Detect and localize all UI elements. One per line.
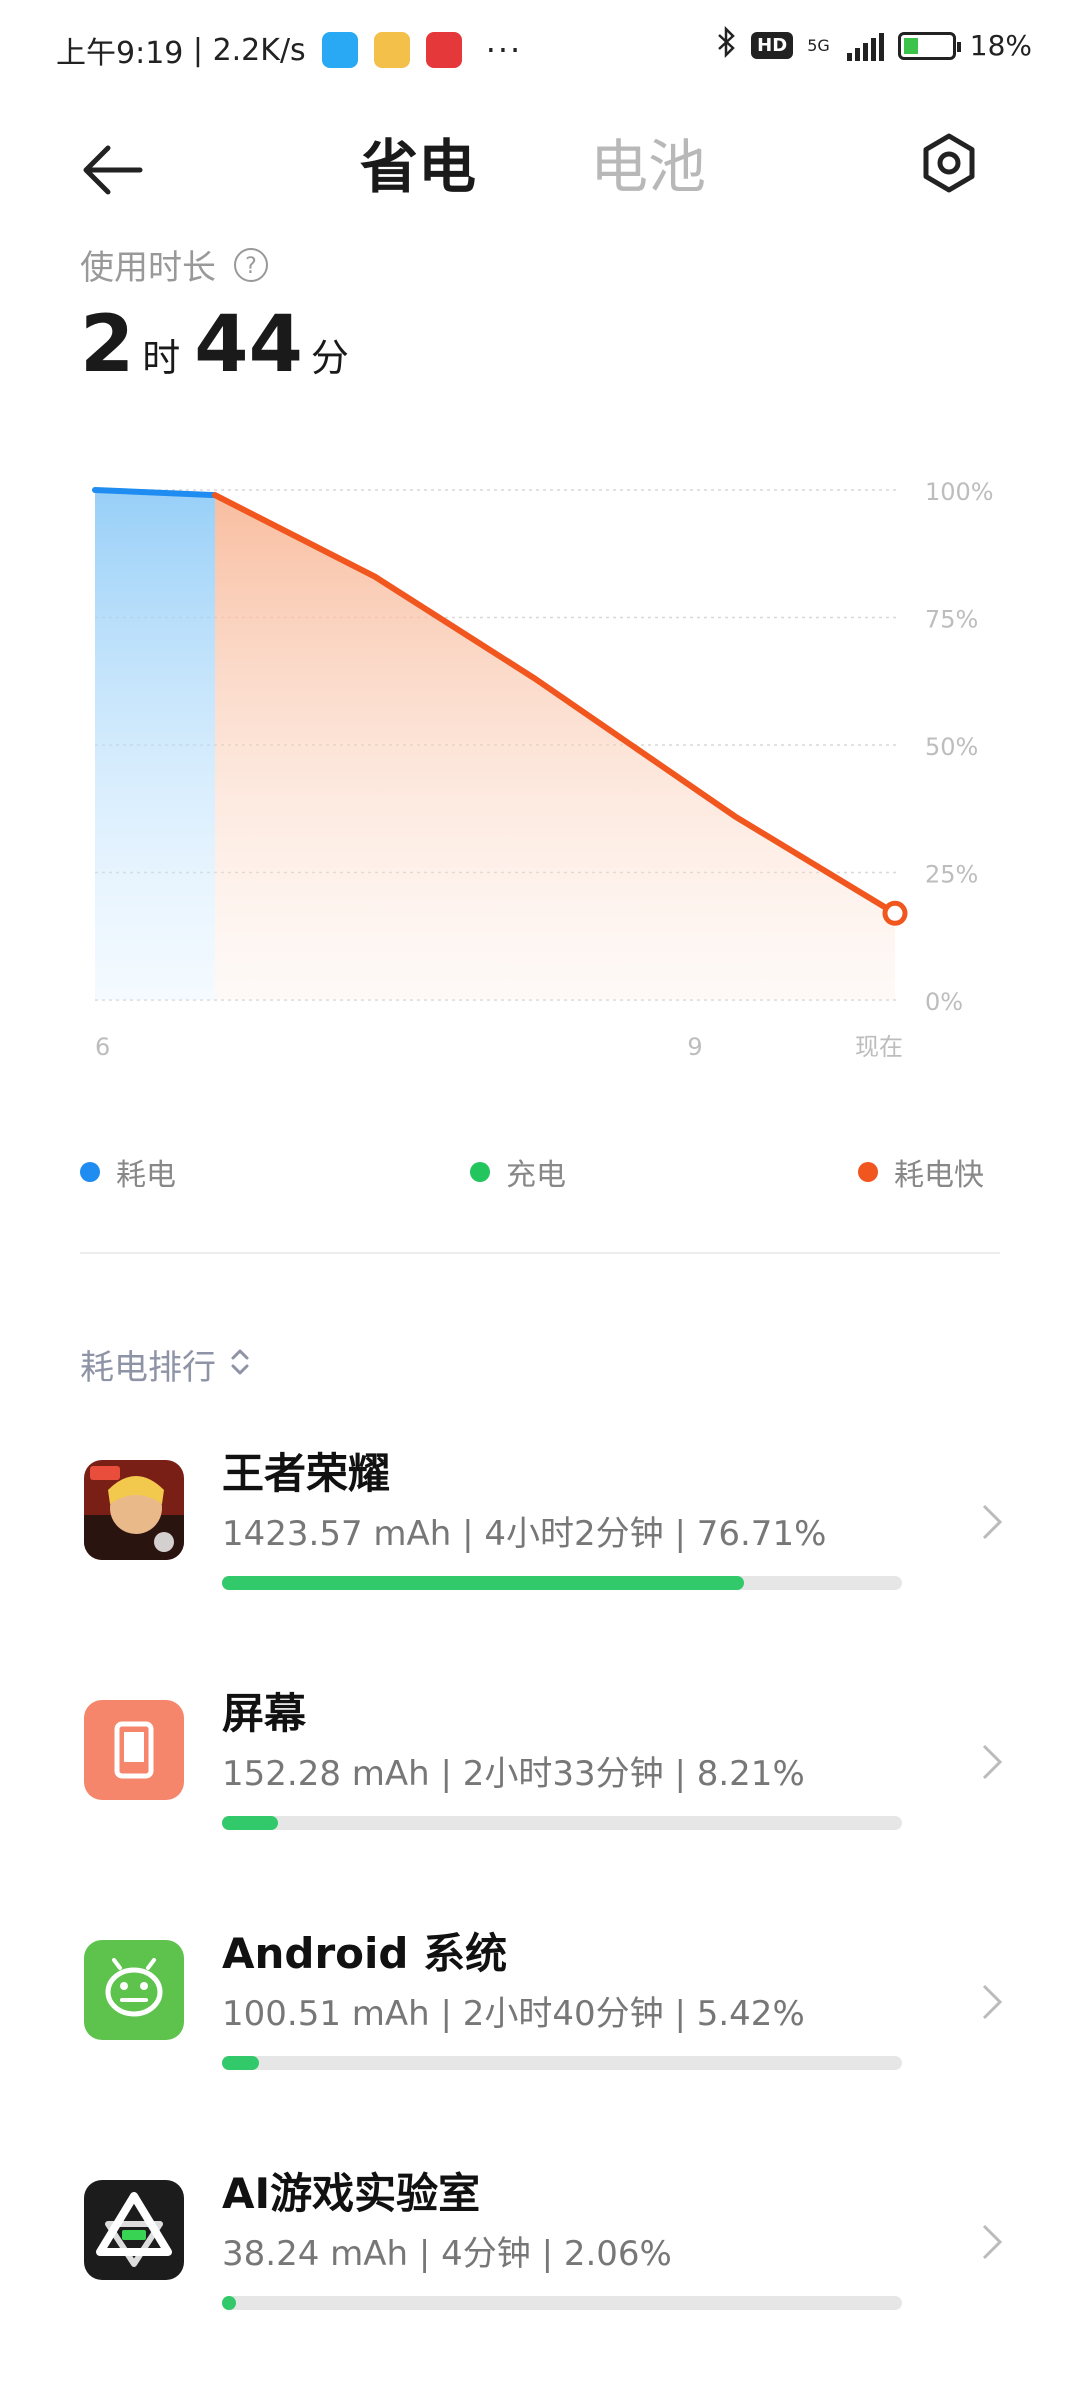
chevron-right-icon bbox=[982, 2224, 1003, 2260]
game-icon bbox=[84, 1460, 184, 1560]
network-type: 5G bbox=[807, 36, 830, 55]
x-tick-label: 现在 bbox=[855, 1033, 903, 1061]
settings-button[interactable] bbox=[918, 132, 980, 194]
usage-bar-track bbox=[222, 1816, 902, 1830]
shopping-app-icon bbox=[425, 32, 462, 68]
legend-item-fast-drain: 耗电快 bbox=[858, 1150, 984, 1194]
y-tick-label: 0% bbox=[925, 988, 963, 1016]
usage-minutes-unit: 分 bbox=[310, 336, 349, 380]
legend-dot-drain bbox=[80, 1162, 100, 1182]
usage-hours-unit: 时 bbox=[142, 336, 181, 380]
y-tick-label: 25% bbox=[925, 861, 978, 889]
usage-hours: 2 bbox=[80, 300, 135, 390]
usage-bar-fill bbox=[222, 1576, 744, 1590]
app-usage-detail: 38.24 mAh | 4分钟 | 2.06% bbox=[222, 2234, 672, 2274]
legend-item-drain: 耗电 bbox=[80, 1150, 176, 1194]
chart-legend: 耗电 充电 耗电快 bbox=[0, 1150, 1080, 1193]
tab-battery[interactable]: 电池 bbox=[590, 120, 706, 204]
usage-bar-track bbox=[222, 2296, 902, 2310]
battery-percent: 18% bbox=[969, 29, 1032, 62]
app-usage-detail: 1423.57 mAh | 4小时2分钟 | 76.71% bbox=[222, 1514, 827, 1554]
status-right: HD 5G 18% bbox=[701, 25, 1032, 65]
legend-label-drain: 耗电 bbox=[116, 1158, 176, 1193]
usage-label: 使用时长 ? bbox=[80, 240, 268, 289]
app-name: AI游戏实验室 bbox=[222, 2169, 481, 2218]
chevron-right-icon bbox=[982, 1504, 1003, 1540]
y-tick-label: 75% bbox=[925, 606, 978, 634]
current-point-marker bbox=[882, 900, 908, 926]
y-tick-label: 100% bbox=[925, 478, 994, 506]
usage-bar-track bbox=[222, 1576, 902, 1590]
chevron-right-icon bbox=[982, 1984, 1003, 2020]
y-tick-label: 50% bbox=[925, 733, 978, 761]
usage-duration: 2 时 44 分 bbox=[80, 300, 363, 390]
app-usage-detail: 152.28 mAh | 2小时33分钟 | 8.21% bbox=[222, 1754, 805, 1794]
usage-bar-fill bbox=[222, 2056, 259, 2070]
status-time: 上午9:19 bbox=[56, 36, 184, 71]
ai-lab-icon bbox=[84, 2180, 184, 2280]
legend-dot-fast-drain bbox=[858, 1162, 878, 1182]
help-icon[interactable]: ? bbox=[234, 247, 268, 282]
header: 省电 电池 bbox=[0, 100, 1080, 220]
back-button[interactable] bbox=[78, 140, 148, 200]
status-speed: 2.2K/s bbox=[212, 32, 306, 68]
legend-dot-charge bbox=[470, 1162, 490, 1182]
app-name: 屏幕 bbox=[222, 1689, 307, 1738]
more-notifications-icon: ··· bbox=[485, 31, 523, 69]
battery-icon bbox=[897, 31, 961, 60]
usage-bar-fill bbox=[222, 1816, 278, 1830]
chevron-right-icon bbox=[982, 1744, 1003, 1780]
legend-label-fast-drain: 耗电快 bbox=[894, 1158, 984, 1193]
x-tick-label: 9 bbox=[687, 1033, 702, 1061]
gear-icon bbox=[923, 133, 975, 193]
app-name: 王者荣耀 bbox=[222, 1449, 391, 1498]
ranking-item[interactable]: Android 系统 100.51 mAh | 2小时40分钟 | 5.42% bbox=[0, 1900, 1080, 2100]
bluetooth-icon bbox=[715, 25, 737, 65]
ranking-item[interactable]: 王者荣耀 1423.57 mAh | 4小时2分钟 | 76.71% bbox=[0, 1420, 1080, 1620]
app-usage-detail: 100.51 mAh | 2小时40分钟 | 5.42% bbox=[222, 1994, 805, 2034]
status-left: 上午9:19 | 2.2K/s ··· bbox=[56, 28, 522, 72]
usage-bar-track bbox=[222, 2056, 902, 2070]
android-icon bbox=[84, 1940, 184, 2040]
ranking-item[interactable]: AI游戏实验室 38.24 mAh | 4分钟 | 2.06% bbox=[0, 2140, 1080, 2340]
legend-label-charge: 充电 bbox=[506, 1158, 566, 1193]
usage-minutes: 44 bbox=[194, 300, 303, 390]
video-app-icon bbox=[321, 32, 358, 68]
usage-bar-fill bbox=[222, 2296, 236, 2310]
legend-item-charge: 充电 bbox=[470, 1150, 566, 1194]
ranking-title: 耗电排行 bbox=[80, 1348, 216, 1388]
series-area-drain bbox=[95, 490, 215, 1000]
status-bar: 上午9:19 | 2.2K/s ··· HD 5G 18% bbox=[0, 0, 1080, 96]
battery-chart: 100% 75% 50% 25% 0% 6 9 现在 bbox=[92, 478, 994, 1061]
divider bbox=[80, 1252, 1000, 1254]
back-arrow-icon bbox=[83, 145, 143, 195]
x-tick-label: 6 bbox=[95, 1033, 110, 1061]
usage-label-text: 使用时长 bbox=[80, 248, 216, 288]
travel-app-icon bbox=[373, 32, 410, 68]
sort-icon bbox=[230, 1347, 250, 1383]
signal-icon bbox=[844, 31, 884, 61]
screen-icon bbox=[84, 1700, 184, 1800]
tab-power-saving[interactable]: 省电 bbox=[360, 120, 476, 204]
hd-badge: HD bbox=[751, 32, 794, 59]
app-name: Android 系统 bbox=[222, 1929, 508, 1978]
ranking-sort-toggle[interactable]: 耗电排行 bbox=[80, 1340, 250, 1389]
series-area-fast-drain bbox=[215, 495, 895, 1000]
ranking-item[interactable]: 屏幕 152.28 mAh | 2小时33分钟 | 8.21% bbox=[0, 1660, 1080, 1860]
